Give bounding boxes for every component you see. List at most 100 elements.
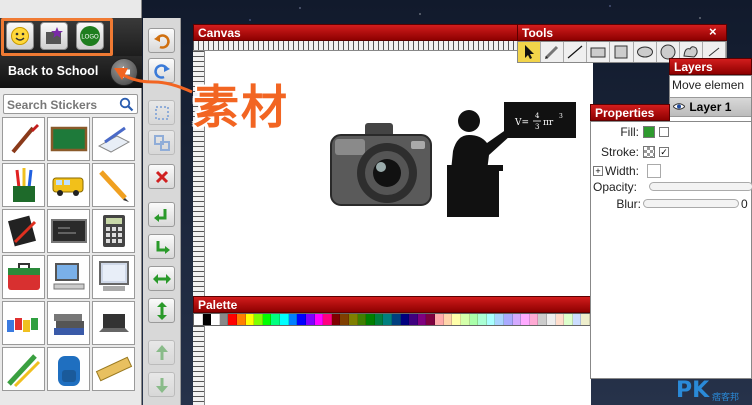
paper-pencil-icon <box>97 126 130 153</box>
palette-swatch[interactable] <box>374 314 384 325</box>
square-tool[interactable] <box>610 42 634 62</box>
palette-swatch[interactable] <box>254 314 263 325</box>
palette-swatch[interactable] <box>409 314 418 325</box>
flip-horizontal-button[interactable] <box>148 266 175 291</box>
palette-swatch[interactable] <box>305 314 315 325</box>
rotate-right-button[interactable] <box>148 234 175 259</box>
sticker-notebook[interactable] <box>2 209 45 253</box>
ungroup-button[interactable] <box>148 130 175 155</box>
width-expand-toggle[interactable]: + <box>593 166 603 176</box>
rect-tool[interactable] <box>587 42 611 62</box>
palette-swatch[interactable] <box>366 314 375 325</box>
palette-swatch[interactable] <box>495 314 504 325</box>
sticker-pencil-ruler[interactable] <box>2 347 45 391</box>
layer-row[interactable]: Layer 1 <box>670 97 751 117</box>
palette-swatch[interactable] <box>228 314 238 325</box>
opacity-slider[interactable] <box>649 182 752 191</box>
palette-swatch[interactable] <box>417 314 427 325</box>
palette-swatch[interactable] <box>460 314 470 325</box>
sticker-crayons[interactable] <box>2 301 45 345</box>
blur-slider[interactable] <box>643 199 739 208</box>
visibility-eye-icon[interactable] <box>672 100 686 114</box>
sticker-monitor[interactable] <box>92 255 135 299</box>
line-tool[interactable] <box>564 42 588 62</box>
palette-swatch[interactable] <box>435 314 444 325</box>
drawing-canvas-lower[interactable] <box>205 326 591 405</box>
palette-swatch[interactable] <box>581 314 591 325</box>
tools-close-button[interactable]: × <box>709 24 717 39</box>
sticker-school-bus[interactable] <box>47 163 90 207</box>
sticker-laptop[interactable] <box>92 301 135 345</box>
sticker-lunchbox[interactable] <box>2 255 45 299</box>
pen-tool[interactable] <box>541 42 565 62</box>
palette-swatch[interactable] <box>538 314 547 325</box>
palette-swatch[interactable] <box>280 314 289 325</box>
palette-swatch[interactable] <box>194 314 203 325</box>
palette-swatch[interactable] <box>486 314 496 325</box>
palette-swatch[interactable] <box>314 314 324 325</box>
palette-swatch[interactable] <box>546 314 556 325</box>
palette-swatch[interactable] <box>512 314 522 325</box>
palette-swatch[interactable] <box>202 314 212 325</box>
camera-sticker[interactable] <box>327 119 435 215</box>
palette-swatch[interactable] <box>555 314 565 325</box>
palette-swatch[interactable] <box>211 314 220 325</box>
sticker-ruler[interactable] <box>92 347 135 391</box>
palette-swatch[interactable] <box>426 314 436 325</box>
select-tool[interactable] <box>518 42 542 62</box>
sticker-books[interactable] <box>47 301 90 345</box>
palette-swatch[interactable] <box>443 314 453 325</box>
bring-up-button[interactable] <box>148 340 175 365</box>
properties-window-title[interactable]: Properties <box>590 104 670 121</box>
palette-swatch[interactable] <box>245 314 255 325</box>
blur-label: Blur: <box>616 197 641 211</box>
annotation-highlight-box <box>1 18 113 56</box>
sticker-backpack[interactable] <box>47 347 90 391</box>
rotate-left-button[interactable] <box>148 202 175 227</box>
undo-button[interactable] <box>148 28 175 53</box>
sticker-brush[interactable] <box>2 117 45 161</box>
stroke-checkbox[interactable]: ✓ <box>659 147 669 157</box>
palette-swatch[interactable] <box>271 314 281 325</box>
palette-swatch[interactable] <box>288 314 298 325</box>
palette-swatch[interactable] <box>340 314 349 325</box>
palette-swatch[interactable] <box>331 314 341 325</box>
palette-swatch[interactable] <box>572 314 582 325</box>
delete-button[interactable] <box>148 164 175 189</box>
palette-swatch[interactable] <box>237 314 246 325</box>
palette-swatch[interactable] <box>503 314 513 325</box>
palette-swatch[interactable] <box>392 314 401 325</box>
palette-swatch[interactable] <box>478 314 487 325</box>
sticker-chalkboard[interactable] <box>47 117 90 161</box>
palette-swatch[interactable] <box>400 314 410 325</box>
palette-swatch[interactable] <box>383 314 393 325</box>
palette-swatch[interactable] <box>219 314 229 325</box>
fill-checkbox[interactable] <box>659 127 669 137</box>
palette-swatch[interactable] <box>529 314 539 325</box>
palette-window-title[interactable]: Palette <box>193 296 591 313</box>
sticker-pencil-cup[interactable] <box>2 163 45 207</box>
palette-swatch[interactable] <box>469 314 479 325</box>
tools-window-title[interactable]: Tools <box>517 24 727 41</box>
palette-swatch[interactable] <box>521 314 530 325</box>
send-down-button[interactable] <box>148 372 175 397</box>
teacher-sticker[interactable]: V= 4 3 πr 3 <box>447 101 597 219</box>
palette-swatch[interactable] <box>323 314 332 325</box>
sticker-paper-pencil[interactable] <box>92 117 135 161</box>
sticker-calculator[interactable] <box>92 209 135 253</box>
palette-swatch[interactable] <box>564 314 573 325</box>
flip-vertical-button[interactable] <box>148 298 175 323</box>
ellipse-tool[interactable] <box>634 42 657 62</box>
sticker-computer[interactable] <box>47 255 90 299</box>
stroke-color-swatch[interactable] <box>643 146 655 158</box>
palette-swatch[interactable] <box>357 314 367 325</box>
sticker-blackboard[interactable] <box>47 209 90 253</box>
fill-color-swatch[interactable] <box>643 126 655 138</box>
palette-swatch[interactable] <box>262 314 272 325</box>
palette-swatch[interactable] <box>297 314 306 325</box>
layers-window-title[interactable]: Layers <box>669 58 752 75</box>
palette-swatch[interactable] <box>452 314 461 325</box>
sticker-pencil[interactable] <box>92 163 135 207</box>
palette-swatch[interactable] <box>348 314 358 325</box>
width-field[interactable] <box>647 164 661 178</box>
